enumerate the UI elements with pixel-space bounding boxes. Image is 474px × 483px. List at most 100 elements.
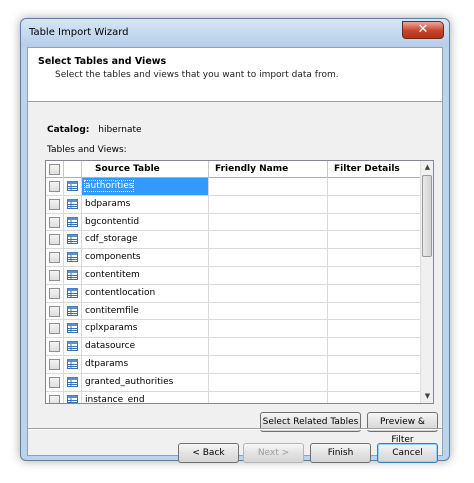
row-checkbox[interactable] xyxy=(49,305,60,317)
source-table-cell[interactable]: authorities xyxy=(82,178,209,196)
filter-details-cell[interactable] xyxy=(328,302,421,321)
source-table-cell[interactable]: contitemfile xyxy=(82,302,209,321)
row-checkbox[interactable] xyxy=(49,341,60,353)
friendly-name-cell[interactable] xyxy=(209,195,328,214)
friendly-name-cell[interactable] xyxy=(209,320,328,339)
table-row[interactable]: components xyxy=(46,249,421,267)
friendly-name-cell[interactable] xyxy=(209,302,328,321)
cancel-button[interactable]: Cancel xyxy=(377,443,438,463)
source-table-cell[interactable]: instance_end xyxy=(82,391,209,403)
row-check-cell xyxy=(46,231,64,250)
row-checkbox[interactable] xyxy=(49,216,60,228)
filter-details-cell[interactable] xyxy=(328,267,421,285)
table-row[interactable]: datasource xyxy=(46,338,421,356)
vertical-scrollbar[interactable]: ▲ ▼ xyxy=(420,161,433,403)
row-icon-cell xyxy=(64,302,82,321)
table-row[interactable]: dtparams xyxy=(46,356,421,374)
finish-button[interactable]: Finish xyxy=(310,443,371,463)
row-check-cell xyxy=(46,267,64,285)
row-icon-cell xyxy=(64,249,82,267)
table-row[interactable]: instance_end xyxy=(46,391,421,403)
table-row[interactable]: authorities xyxy=(46,178,421,196)
friendly-name-cell[interactable] xyxy=(209,391,328,403)
row-checkbox[interactable] xyxy=(49,287,60,299)
table-row[interactable]: contentlocation xyxy=(46,284,421,303)
filter-details-cell[interactable] xyxy=(328,320,421,339)
filter-details-cell[interactable] xyxy=(328,356,421,374)
friendly-name-cell[interactable] xyxy=(209,267,328,285)
row-checkbox[interactable] xyxy=(49,376,60,388)
next-button[interactable]: Next > xyxy=(243,443,304,463)
row-check-cell xyxy=(46,338,64,356)
row-checkbox[interactable] xyxy=(49,323,60,335)
row-icon-cell xyxy=(64,391,82,403)
friendly-name-cell[interactable] xyxy=(209,338,328,356)
table-row[interactable]: granted_authorities xyxy=(46,373,421,392)
source-table-cell[interactable]: bdparams xyxy=(82,195,209,214)
row-checkbox[interactable] xyxy=(49,359,60,370)
table-row[interactable]: bdparams xyxy=(46,195,421,214)
friendly-name-cell[interactable] xyxy=(209,356,328,374)
table-icon xyxy=(67,270,78,280)
table-row[interactable]: cdf_storage xyxy=(46,231,421,250)
filter-details-cell[interactable] xyxy=(328,213,421,232)
select-all-checkbox[interactable] xyxy=(49,164,60,175)
filter-details-cell[interactable] xyxy=(328,338,421,356)
source-table-cell[interactable]: granted_authorities xyxy=(82,373,209,392)
scroll-down-icon[interactable]: ▼ xyxy=(421,390,433,403)
filter-details-cell[interactable] xyxy=(328,391,421,403)
row-checkbox[interactable] xyxy=(49,234,60,246)
friendly-name-cell[interactable] xyxy=(209,373,328,392)
source-table-cell[interactable]: contentitem xyxy=(82,267,209,285)
row-check-cell xyxy=(46,195,64,214)
friendly-name-cell[interactable] xyxy=(209,231,328,250)
source-table-name: datasource xyxy=(85,341,136,352)
table-row[interactable]: contitemfile xyxy=(46,302,421,321)
row-checkbox[interactable] xyxy=(49,394,60,403)
source-table-cell[interactable]: cplxparams xyxy=(82,320,209,339)
table-row[interactable]: bgcontentid xyxy=(46,213,421,232)
table-icon xyxy=(67,287,78,298)
page-subtitle: Select the tables and views that you wan… xyxy=(55,70,339,80)
friendly-name-cell[interactable] xyxy=(209,178,328,196)
row-checkbox[interactable] xyxy=(49,181,60,192)
source-table-cell[interactable]: dtparams xyxy=(82,356,209,374)
friendly-name-cell[interactable] xyxy=(209,249,328,267)
column-header-source-table[interactable]: Source Table xyxy=(82,161,209,178)
scroll-up-icon[interactable]: ▲ xyxy=(421,161,433,174)
friendly-name-cell[interactable] xyxy=(209,213,328,232)
source-table-name: contitemfile xyxy=(85,305,139,316)
friendly-name-cell[interactable] xyxy=(209,284,328,303)
back-button[interactable]: < Back xyxy=(178,443,239,463)
source-table-cell[interactable]: bgcontentid xyxy=(82,213,209,232)
source-table-cell[interactable]: cdf_storage xyxy=(82,231,209,250)
filter-details-cell[interactable] xyxy=(328,249,421,267)
table-icon xyxy=(67,216,78,227)
close-button[interactable]: ✕ xyxy=(402,21,444,39)
source-table-cell[interactable]: contentlocation xyxy=(82,284,209,303)
wizard-window: Table Import Wizard ✕ Select Tables and … xyxy=(20,18,450,463)
tables-grid[interactable]: Source Table Friendly Name Filter Detail… xyxy=(45,160,434,404)
filter-details-cell[interactable] xyxy=(328,284,421,303)
filter-details-cell[interactable] xyxy=(328,373,421,392)
table-icon xyxy=(67,198,78,209)
row-checkbox[interactable] xyxy=(49,270,60,281)
source-table-cell[interactable]: components xyxy=(82,249,209,267)
filter-details-cell[interactable] xyxy=(328,178,421,196)
filter-details-cell[interactable] xyxy=(328,231,421,250)
scroll-thumb[interactable] xyxy=(422,175,432,257)
row-check-cell xyxy=(46,178,64,196)
table-icon xyxy=(67,305,78,316)
table-icon xyxy=(67,181,78,191)
column-header-filter-details[interactable]: Filter Details xyxy=(328,161,421,178)
window-title: Table Import Wizard xyxy=(29,27,129,38)
title-bar[interactable]: Table Import Wizard ✕ xyxy=(21,19,449,47)
source-table-cell[interactable]: datasource xyxy=(82,338,209,356)
source-table-name: bdparams xyxy=(85,198,131,209)
column-header-friendly-name[interactable]: Friendly Name xyxy=(209,161,328,178)
row-checkbox[interactable] xyxy=(49,198,60,210)
filter-details-cell[interactable] xyxy=(328,195,421,214)
row-checkbox[interactable] xyxy=(49,252,60,264)
table-row[interactable]: contentitem xyxy=(46,267,421,285)
table-row[interactable]: cplxparams xyxy=(46,320,421,339)
